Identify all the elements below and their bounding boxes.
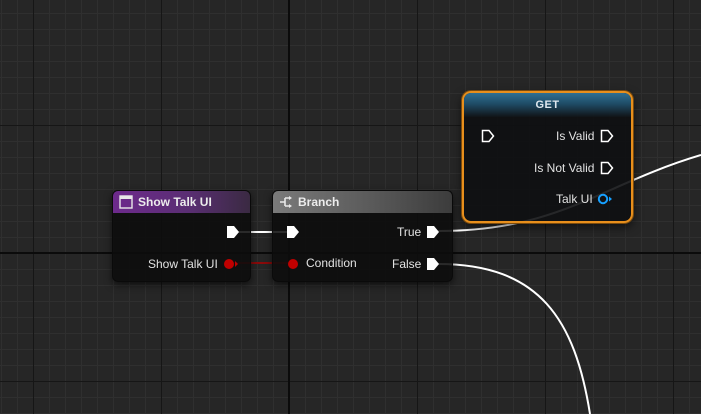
branch-header[interactable]: Branch (273, 191, 452, 213)
get-title: GET (535, 99, 560, 111)
condition-label: Condition (306, 256, 357, 270)
exec-wire-false-out[interactable] (437, 263, 591, 414)
show-talk-ui-node[interactable]: Show Talk UI Show Talk UI (112, 190, 251, 282)
is-valid-exec-pin[interactable] (600, 129, 614, 143)
variable-icon (119, 195, 133, 209)
is-valid-label: Is Valid (556, 129, 595, 143)
show-talk-ui-title: Show Talk UI (138, 195, 212, 209)
false-exec-pin[interactable] (426, 257, 440, 271)
false-label: False (392, 257, 422, 271)
branch-icon (280, 196, 292, 208)
get-header[interactable]: GET (464, 93, 631, 117)
talk-ui-label: Talk UI (556, 192, 593, 206)
get-validated-node[interactable]: GET Is Valid Is Not Valid Talk UI (462, 91, 633, 223)
show-talk-ui-output-label: Show Talk UI (148, 257, 218, 271)
branch-node[interactable]: Branch Condition True False (272, 190, 453, 282)
is-not-valid-label: Is Not Valid (534, 161, 595, 175)
true-label: True (397, 225, 422, 239)
show-talk-ui-header[interactable]: Show Talk UI (113, 191, 250, 213)
exec-in-pin[interactable] (286, 225, 300, 239)
bool-out-pin[interactable] (223, 257, 239, 271)
get-exec-in-pin[interactable] (481, 129, 495, 143)
branch-title: Branch (298, 195, 340, 209)
condition-pin[interactable] (286, 257, 302, 271)
is-not-valid-exec-pin[interactable] (600, 161, 614, 175)
true-exec-pin[interactable] (426, 225, 440, 239)
talk-ui-object-pin[interactable] (597, 192, 613, 206)
exec-out-pin[interactable] (226, 225, 240, 239)
